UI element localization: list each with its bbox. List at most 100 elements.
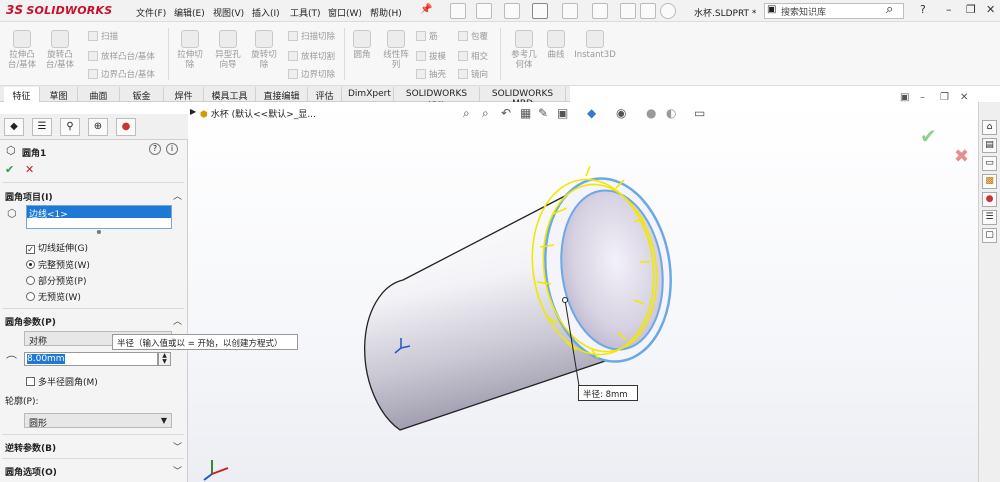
intersect-button[interactable]: 相交 [458,50,488,62]
model-view[interactable] [188,102,978,482]
shell-button[interactable]: 抽壳 [416,68,446,80]
ok-button[interactable]: ✔ [5,163,14,176]
print-icon[interactable] [532,3,548,19]
new-document-icon[interactable] [450,3,466,19]
dimxpert-manager-tab-icon[interactable]: ⊕ [88,118,108,136]
multi-radius-checkbox[interactable]: 多半径圆角(M) [26,375,98,388]
partial-preview-radio[interactable]: 部分预览(P) [26,274,86,287]
boundary-boss-button[interactable]: 边界凸台/基体 [88,68,155,80]
display-style-icon[interactable]: ◆ [587,106,596,120]
fillet-options-header[interactable]: 圆角选项(O) [5,465,57,478]
detailed-help-icon[interactable]: i [166,143,178,155]
tab-solidworks-mbd[interactable]: SOLIDWORKS MBD [480,87,566,109]
hide-show-items-icon[interactable]: ◉ [616,106,626,120]
feature-manager-tab-icon[interactable]: ◆ [4,118,24,136]
boundary-cut-button[interactable]: 边界切除 [288,68,335,80]
rib-button[interactable]: 筋 [416,30,438,42]
forum-icon[interactable]: ▢ [982,228,997,243]
save-icon[interactable] [504,3,520,19]
cancel-button[interactable]: ✕ [25,163,34,176]
confirm-corner-ok-icon[interactable]: ✔ [920,124,937,148]
file-explorer-icon[interactable]: ▭ [982,156,997,171]
zoom-to-area-icon[interactable]: ⌕ [482,106,489,121]
mirror-button[interactable]: 镜向 [458,68,488,80]
profile-dropdown[interactable]: 圆形 ▼ [24,413,172,429]
list-resize-handle[interactable] [97,230,101,234]
confirm-corner-cancel-icon[interactable]: ✖ [954,146,969,167]
design-library-icon[interactable]: ▤ [982,138,997,153]
search-icon[interactable]: ⌕ [886,2,893,17]
viewport-close-icon[interactable]: ✕ [960,92,968,103]
search-knowledge-input[interactable]: 搜索知识库 [764,3,904,19]
tab-weldments[interactable]: 焊件 [164,87,204,102]
hole-wizard-button[interactable]: 异型孔 向导 [208,30,248,70]
setback-params-header[interactable]: 逆转参数(B) [5,441,56,454]
view-settings-icon[interactable]: ▭ [694,106,705,120]
radius-input[interactable]: 8.00mm [24,352,158,366]
fillet-params-header[interactable]: 圆角参数(P) [5,315,56,328]
menu-file[interactable]: 文件(F) [136,6,166,19]
expand-chevron-icon[interactable]: ﹀ [173,440,182,453]
menu-edit[interactable]: 编辑(E) [174,6,205,19]
close-icon[interactable]: ✕ [986,3,995,16]
tangent-propagation-checkbox[interactable]: ✓ 切线延伸(G) [26,241,88,254]
file-properties-icon[interactable] [640,3,656,19]
restore-icon[interactable]: ❐ [966,3,976,16]
tab-mold-tools[interactable]: 模具工具 [204,87,256,102]
configuration-manager-tab-icon[interactable]: ⚲ [60,118,80,136]
menu-help[interactable]: 帮助(H) [370,6,402,19]
extrude-boss-button[interactable]: 拉伸凸 台/基体 [2,30,42,70]
section-view-icon[interactable]: ▦ [520,106,531,120]
tab-sketch[interactable]: 草图 [40,87,78,102]
appearances-icon[interactable]: ● [982,192,997,207]
curves-button[interactable]: 曲线 [536,30,576,60]
tab-sheet-metal[interactable]: 钣金 [120,87,164,102]
solidworks-logo[interactable]: 3S SOLIDWORKS [6,3,112,17]
viewport-restore-icon[interactable]: ❐ [940,92,949,103]
tab-solidworks-addins[interactable]: SOLIDWORKS 插件 [394,87,480,112]
draft-button[interactable]: 拔模 [416,50,446,62]
selected-edge-item[interactable]: 边线<1> [27,206,171,220]
menu-view[interactable]: 视图(V) [213,6,244,19]
swept-cut-button[interactable]: 扫描切除 [288,30,335,42]
collapse-chevron-icon[interactable]: ︿ [173,189,182,202]
linear-pattern-button[interactable]: 线性阵 列 [376,30,416,70]
sweep-button[interactable]: 扫描 [88,30,118,42]
view-palette-icon[interactable]: ▩ [982,174,997,189]
view-orientation-icon[interactable]: ▣ [557,106,568,120]
wrap-button[interactable]: 包覆 [458,30,488,42]
tab-direct-editing[interactable]: 直接编辑 [256,87,308,102]
loft-boss-button[interactable]: 放样凸台/基体 [88,50,155,62]
expand-chevron-icon[interactable]: ﹀ [173,464,182,477]
instant3d-button[interactable]: Instant3D [572,30,618,60]
tab-surfaces[interactable]: 曲面 [78,87,120,102]
property-manager-tab-icon[interactable]: ☰ [32,118,52,136]
tree-expand-chevron-icon[interactable]: ▶ [190,107,196,116]
extrude-cut-button[interactable]: 拉伸切 除 [170,30,210,70]
zoom-to-fit-icon[interactable]: ⌕ [463,106,470,121]
select-icon[interactable] [592,3,608,19]
dimension-callout[interactable]: 半径: 8mm [578,385,638,401]
undo-icon[interactable] [562,3,578,19]
fillet-items-header[interactable]: 圆角项目(I) [5,190,53,203]
menu-insert[interactable]: 插入(I) [252,6,280,19]
revolve-cut-button[interactable]: 旋转切 除 [244,30,284,70]
display-manager-tab-icon[interactable]: ● [116,118,136,136]
pin-icon[interactable]: 📌 [420,4,432,15]
tab-evaluate[interactable]: 评估 [308,87,342,102]
help-question-icon[interactable]: ? [920,3,926,16]
menu-tools[interactable]: 工具(T) [290,6,321,19]
full-preview-radio[interactable]: 完整预览(W) [26,258,90,271]
rebuild-icon[interactable] [620,3,636,19]
radius-spinner[interactable]: ▲ ▼ [158,352,171,366]
solidworks-resources-icon[interactable]: ⌂ [982,120,997,135]
viewport-tile-icon[interactable]: ▣ [900,92,909,103]
no-preview-radio[interactable]: 无预览(W) [26,290,81,303]
tab-dimxpert[interactable]: DimXpert [342,87,394,102]
search-scope-icon[interactable]: ▣ [767,4,776,15]
tab-features[interactable]: 特征 [4,87,40,102]
custom-properties-icon[interactable]: ☰ [982,210,997,225]
open-document-icon[interactable] [476,3,492,19]
minimize-icon[interactable]: – [946,3,952,16]
previous-view-icon[interactable]: ↶ [501,106,511,120]
